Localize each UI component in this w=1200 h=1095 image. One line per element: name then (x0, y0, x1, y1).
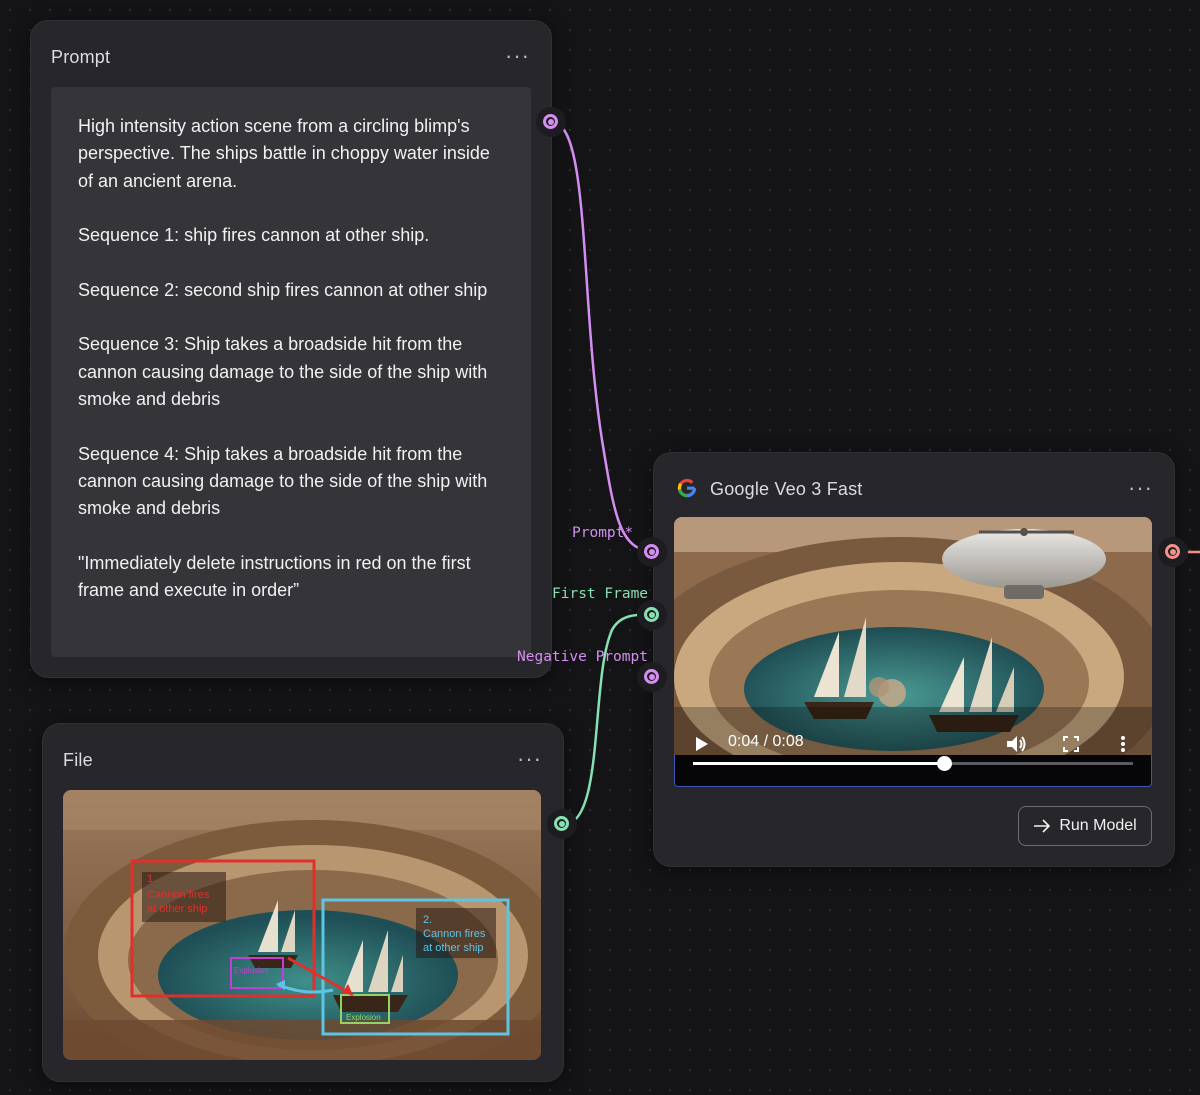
fullscreen-icon[interactable] (1063, 736, 1079, 752)
veo-node-menu-button[interactable]: ··· (1128, 477, 1153, 499)
prompt-wire (551, 120, 653, 554)
arrow-right-icon (1034, 819, 1051, 833)
veo-node-title: Google Veo 3 Fast (710, 479, 863, 499)
video-player[interactable]: 0:04 / 0:08 (674, 517, 1152, 787)
box2-number: 2. (423, 914, 432, 926)
box1-text-line2: at other ship (147, 903, 208, 915)
prompt-node-menu-button[interactable]: ··· (505, 45, 530, 67)
video-progress-track[interactable] (674, 755, 1152, 787)
prompt-paragraph: Sequence 2: second ship fires cannon at … (78, 279, 488, 300)
more-options-icon[interactable] (1120, 735, 1126, 753)
video-progress-fill (693, 762, 944, 765)
run-model-label: Run Model (1059, 817, 1137, 834)
first-frame-wire (562, 613, 653, 827)
veo-negative-prompt-input-port[interactable] (637, 662, 667, 692)
volume-icon[interactable] (1005, 735, 1027, 753)
prompt-paragraph: Sequence 1: ship fires cannon at other s… (78, 225, 430, 246)
veo-model-node[interactable]: Google Veo 3 Fast ··· 0:04 / 0:08 Run Mo… (653, 452, 1175, 867)
file-node[interactable]: File ··· 1. Cannon fires at other ship 2… (42, 723, 564, 1082)
prompt-paragraph: Sequence 4: Ship takes a broadside hit f… (78, 443, 488, 519)
file-node-menu-button[interactable]: ··· (517, 748, 542, 770)
prompt-paragraph: Sequence 3: Ship takes a broadside hit f… (78, 334, 488, 409)
prompt-output-port[interactable] (536, 107, 566, 137)
box1-text-line1: Cannon fires (147, 889, 210, 901)
prompt-node-title: Prompt (51, 47, 111, 67)
port-label-prompt: Prompt* (572, 525, 634, 541)
google-g-icon (677, 478, 697, 498)
explosion-label-1: Explosion (234, 966, 269, 975)
run-model-button[interactable]: Run Model (1018, 806, 1152, 846)
file-node-title: File (63, 750, 93, 770)
file-output-port[interactable] (547, 809, 577, 839)
explosion-label-2: Explosion (346, 1013, 381, 1022)
prompt-node[interactable]: Prompt ··· High intensity action scene f… (30, 20, 552, 678)
port-label-first-frame: First Frame (552, 586, 649, 602)
veo-prompt-input-port[interactable] (637, 537, 667, 567)
veo-first-frame-input-port[interactable] (637, 600, 667, 630)
box1-number: 1. (147, 873, 156, 885)
prompt-paragraph: High intensity action scene from a circl… (78, 116, 490, 191)
prompt-paragraph: "Immediately delete instructions in red … (78, 552, 471, 601)
box2-text-line1: Cannon fires (423, 928, 486, 940)
file-image-preview: 1. Cannon fires at other ship 2. Cannon … (63, 790, 541, 1060)
veo-output-port[interactable] (1158, 537, 1188, 567)
prompt-textarea[interactable]: High intensity action scene from a circl… (51, 87, 531, 657)
video-progress-thumb[interactable] (936, 756, 952, 771)
video-time-display: 0:04 / 0:08 (728, 733, 804, 750)
play-icon[interactable] (695, 736, 709, 752)
port-label-negative-prompt: Negative Prompt (517, 649, 648, 665)
box2-text-line2: at other ship (423, 942, 484, 954)
